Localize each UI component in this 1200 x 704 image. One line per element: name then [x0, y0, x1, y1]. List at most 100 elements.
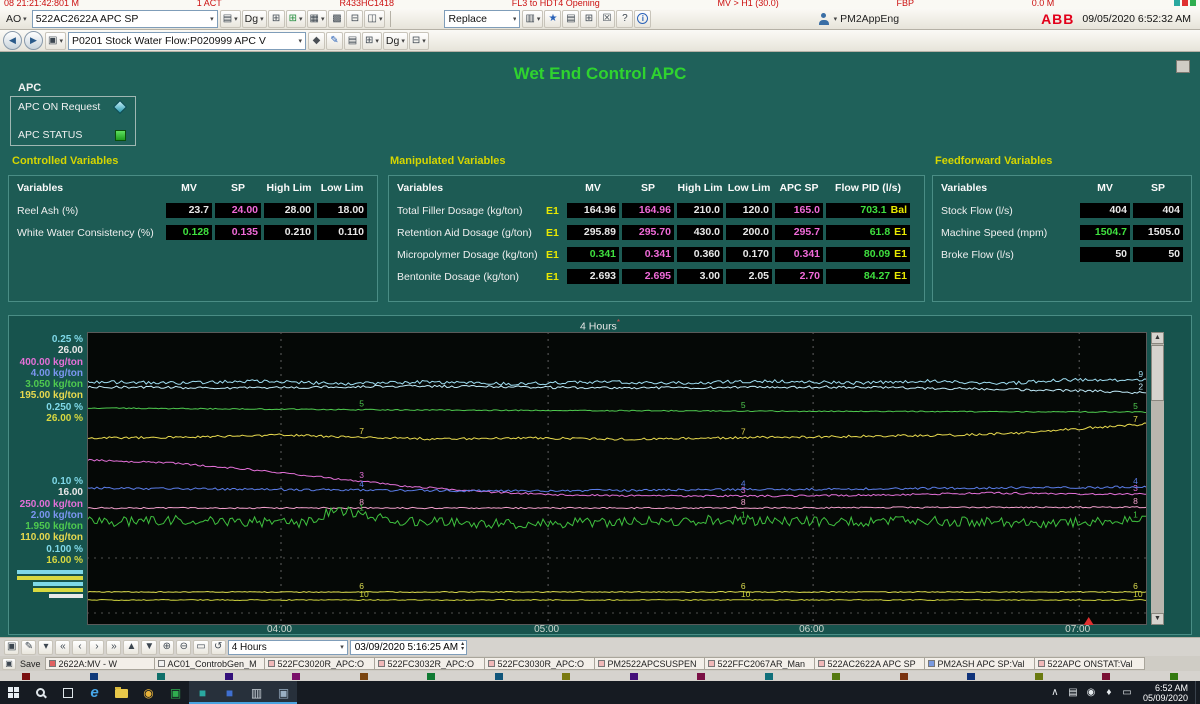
apc-sp-value[interactable]: 2.70: [775, 269, 823, 284]
scroll-up-button[interactable]: ▲: [1151, 332, 1164, 344]
export-icon[interactable]: ⊞: [580, 9, 598, 28]
mv-value[interactable]: 23.7: [166, 203, 212, 218]
tray-chevron-icon[interactable]: ∧: [1046, 681, 1064, 704]
apc-sp-value[interactable]: 165.0: [775, 203, 823, 218]
sp-value[interactable]: 295.70: [622, 225, 674, 240]
trend-tab[interactable]: 522FFC2067AR_Man: [704, 657, 815, 670]
ruler-button[interactable]: ▭: [193, 639, 209, 655]
trend-plot[interactable]: 925 5 57 7733 34 4 48 8 811 16 6 610 10 10: [87, 332, 1147, 625]
chart-icon[interactable]: ▩: [328, 9, 346, 28]
info-icon[interactable]: i: [634, 9, 652, 28]
start-button[interactable]: [0, 681, 27, 704]
sp-value[interactable]: 50: [1133, 247, 1183, 262]
mv-value[interactable]: 0.341: [567, 247, 619, 262]
display-selector-combo[interactable]: P0201 Stock Water Flow:P020999 APC V ▾: [67, 31, 306, 50]
low-lim-value[interactable]: 18.00: [317, 203, 367, 218]
sp-value[interactable]: 1505.0: [1133, 225, 1183, 240]
trend-range-select[interactable]: 4 Hours ▾: [227, 639, 348, 655]
refresh-button[interactable]: ↺: [210, 639, 226, 655]
print-icon[interactable]: ▤: [562, 9, 580, 28]
tag-selector-combo[interactable]: 522AC2622A APC SP ▾: [31, 9, 218, 28]
save-workspace-button[interactable]: ▣: [2, 657, 16, 670]
high-lim-value[interactable]: 430.0: [677, 225, 723, 240]
trend-tab[interactable]: PM2ASH APC SP:Val: [924, 657, 1035, 670]
jump-start-button[interactable]: «: [55, 639, 71, 655]
display-window-button[interactable]: [1176, 60, 1190, 73]
apc-on-request-button[interactable]: APC ON Request: [18, 99, 128, 115]
high-lim-value[interactable]: 210.0: [677, 203, 723, 218]
user-menu[interactable]: ▾ PM2AppEng: [815, 12, 903, 25]
app-blue-icon[interactable]: ■: [216, 681, 243, 704]
dg-display-button[interactable]: Dg ▾: [241, 9, 267, 28]
copy-icon[interactable]: ⊟: [346, 9, 364, 28]
display-list-icon[interactable]: ▤ ▾: [219, 9, 241, 28]
flow-pid-value[interactable]: 80.09 E1: [826, 247, 910, 262]
mv-value[interactable]: 164.96: [567, 203, 619, 218]
print-icon[interactable]: ▤: [343, 31, 361, 50]
apc-status-button[interactable]: APC STATUS: [18, 129, 128, 141]
datetime-spinner[interactable]: ▴ ▾: [461, 641, 464, 652]
trend-tab[interactable]: 522APC ONSTAT:Val: [1034, 657, 1145, 670]
high-lim-value[interactable]: 0.210: [264, 225, 314, 240]
dg-display-button[interactable]: Dg ▾: [382, 31, 408, 50]
step-forward-button[interactable]: ›: [89, 639, 105, 655]
sp-value[interactable]: 164.96: [622, 203, 674, 218]
mv-value[interactable]: 295.89: [567, 225, 619, 240]
pin-icon[interactable]: ✎: [325, 31, 343, 50]
trend-tab[interactable]: 2622A:MV - W: [44, 657, 155, 670]
file-explorer-icon[interactable]: [108, 681, 135, 704]
tray-display-icon[interactable]: ▤: [1064, 681, 1082, 704]
tray-network-icon[interactable]: ◉: [1082, 681, 1100, 704]
tile-icon[interactable]: ▦ ▾: [306, 9, 328, 28]
high-lim-value[interactable]: 28.00: [264, 203, 314, 218]
low-lim-value[interactable]: 2.05: [726, 269, 772, 284]
save-trend-button[interactable]: ▣: [4, 639, 20, 655]
scrollbar-thumb[interactable]: [1151, 345, 1164, 401]
show-desktop-button[interactable]: [1195, 681, 1200, 704]
pan-down-button[interactable]: ▼: [141, 639, 158, 655]
green-grid-icon[interactable]: ⊞ ▾: [285, 9, 306, 28]
high-lim-value[interactable]: 0.360: [677, 247, 723, 262]
mv-value[interactable]: 1504.7: [1080, 225, 1130, 240]
close-icon[interactable]: ☒: [598, 9, 616, 28]
sp-value[interactable]: 0.135: [215, 225, 261, 240]
trend-menu-button[interactable]: ▾: [38, 639, 54, 655]
frame-icon[interactable]: ⊟ ▾: [408, 31, 429, 50]
apc-sp-value[interactable]: 295.7: [775, 225, 823, 240]
task-view-button[interactable]: [54, 681, 81, 704]
grid-icon[interactable]: ⊞ ▾: [361, 31, 382, 50]
low-lim-value[interactable]: 200.0: [726, 225, 772, 240]
tray-volume-icon[interactable]: ♦: [1100, 681, 1118, 704]
link-icon[interactable]: ◫ ▾: [364, 9, 386, 28]
trend-tab[interactable]: AC01_ControbGen_M: [154, 657, 265, 670]
sp-value[interactable]: 0.341: [622, 247, 674, 262]
trend-scrollbar[interactable]: ▲ ▼: [1151, 332, 1164, 625]
ao-menu-button[interactable]: AO ▾: [3, 10, 30, 28]
flow-pid-value[interactable]: 703.1 Bal: [826, 203, 910, 218]
low-lim-value[interactable]: 0.170: [726, 247, 772, 262]
search-button[interactable]: [27, 681, 54, 704]
edit-trend-button[interactable]: ✎: [21, 639, 37, 655]
forward-button[interactable]: ▶: [24, 31, 43, 50]
cube-icon[interactable]: ◆: [307, 31, 325, 50]
zoom-out-button[interactable]: ⊖: [176, 639, 192, 655]
flow-pid-value[interactable]: 84.27 E1: [826, 269, 910, 284]
trend-tab[interactable]: PM2522APCSUSPEN: [594, 657, 705, 670]
tray-note-icon[interactable]: ▭: [1118, 681, 1136, 704]
taskbar-clock[interactable]: 6:52 AM 05/09/2020: [1136, 683, 1195, 703]
app-window-icon[interactable]: ▥: [243, 681, 270, 704]
apply-icon[interactable]: ▥ ▾: [522, 9, 544, 28]
star-icon[interactable]: ★: [544, 9, 562, 28]
back-button[interactable]: ◀: [3, 31, 22, 50]
app-teal-icon[interactable]: ■: [189, 681, 216, 704]
mv-value[interactable]: 2.693: [567, 269, 619, 284]
pan-up-button[interactable]: ▲: [123, 639, 140, 655]
sp-value[interactable]: 2.695: [622, 269, 674, 284]
window-switch-icon[interactable]: ▣ ▾: [45, 31, 66, 50]
app-doc-icon[interactable]: ▣: [270, 681, 297, 704]
sp-value[interactable]: 404: [1133, 203, 1183, 218]
trend-tab[interactable]: 522FC3030R_APC:O: [484, 657, 595, 670]
trend-tab[interactable]: 522FC3020R_APC:O: [264, 657, 375, 670]
zoom-in-button[interactable]: ⊕: [159, 639, 175, 655]
sp-value[interactable]: 24.00: [215, 203, 261, 218]
